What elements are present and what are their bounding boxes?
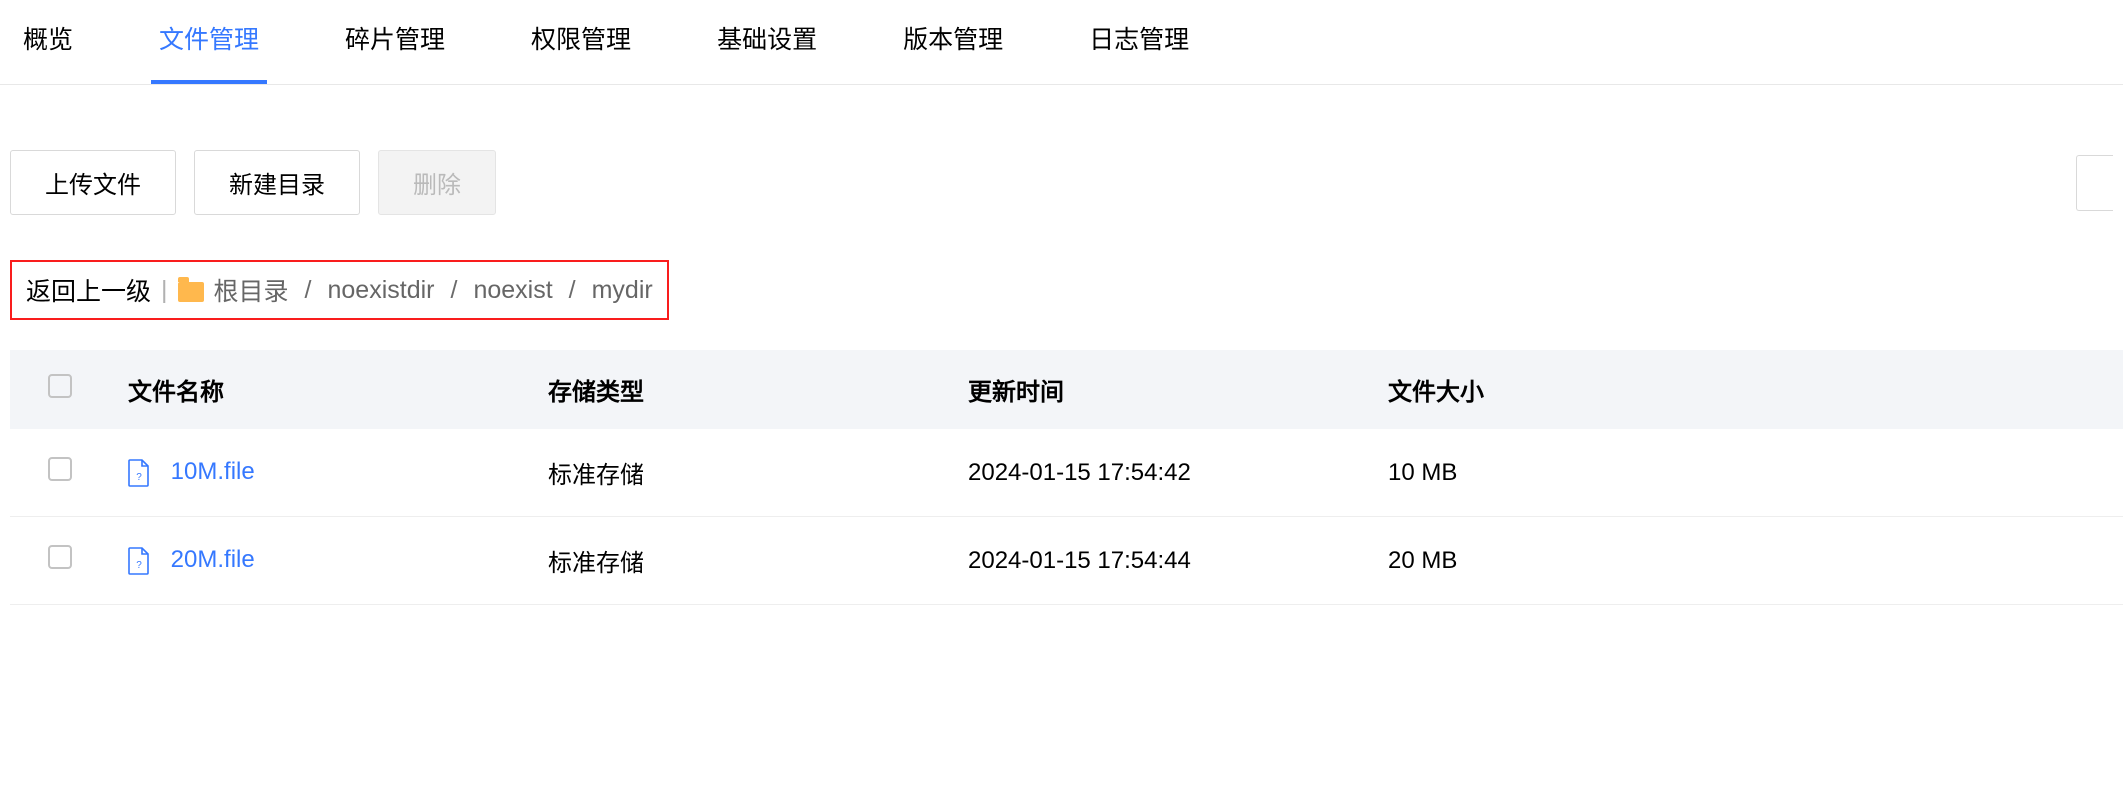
delete-button: 删除 (378, 150, 496, 215)
header-type: 存储类型 (530, 350, 950, 429)
breadcrumb-item-1[interactable]: noexist (473, 276, 552, 305)
svg-text:?: ? (136, 560, 142, 571)
tab-fragment-management[interactable]: 碎片管理 (337, 0, 453, 84)
breadcrumb-separator: / (299, 276, 318, 305)
back-up-link[interactable]: 返回上一级 (26, 272, 151, 308)
file-table: 文件名称 存储类型 更新时间 文件大小 ? 10M.file 标准存储 2024… (10, 350, 2123, 605)
select-all-checkbox[interactable] (48, 374, 72, 398)
row-checkbox[interactable] (48, 457, 72, 481)
table-row: ? 20M.file 标准存储 2024-01-15 17:54:44 20 M… (10, 517, 2123, 605)
tab-log-management[interactable]: 日志管理 (1081, 0, 1197, 84)
storage-type: 标准存储 (530, 517, 950, 605)
header-time: 更新时间 (950, 350, 1370, 429)
tabs-nav: 概览 文件管理 碎片管理 权限管理 基础设置 版本管理 日志管理 (0, 0, 2123, 85)
row-checkbox[interactable] (48, 545, 72, 569)
tab-file-management[interactable]: 文件管理 (151, 0, 267, 84)
breadcrumb-separator: / (444, 276, 463, 305)
header-name: 文件名称 (110, 350, 530, 429)
header-size: 文件大小 (1370, 350, 2123, 429)
tab-overview[interactable]: 概览 (15, 0, 81, 84)
breadcrumb-separator-pipe: | (161, 276, 168, 305)
file-size: 10 MB (1370, 429, 2123, 517)
breadcrumb-item-0[interactable]: noexistdir (327, 276, 434, 305)
upload-file-button[interactable]: 上传文件 (10, 150, 176, 215)
breadcrumb-separator: / (563, 276, 582, 305)
tab-version-management[interactable]: 版本管理 (895, 0, 1011, 84)
new-directory-button[interactable]: 新建目录 (194, 150, 360, 215)
svg-text:?: ? (136, 472, 142, 483)
tab-basic-settings[interactable]: 基础设置 (709, 0, 825, 84)
file-name-link[interactable]: 10M.file (171, 458, 255, 485)
file-name-link[interactable]: 20M.file (171, 546, 255, 573)
update-time: 2024-01-15 17:54:42 (950, 429, 1370, 517)
file-icon: ? (128, 547, 150, 575)
breadcrumb: 返回上一级 | 根目录 / noexistdir / noexist / myd… (10, 260, 669, 320)
file-size: 20 MB (1370, 517, 2123, 605)
file-icon: ? (128, 459, 150, 487)
right-panel-button[interactable] (2076, 155, 2113, 211)
breadcrumb-root[interactable]: 根目录 (214, 272, 289, 308)
tab-permission-management[interactable]: 权限管理 (523, 0, 639, 84)
toolbar: 上传文件 新建目录 删除 (0, 85, 2123, 215)
table-row: ? 10M.file 标准存储 2024-01-15 17:54:42 10 M… (10, 429, 2123, 517)
update-time: 2024-01-15 17:54:44 (950, 517, 1370, 605)
storage-type: 标准存储 (530, 429, 950, 517)
breadcrumb-current: mydir (592, 276, 653, 305)
folder-icon (178, 282, 204, 302)
